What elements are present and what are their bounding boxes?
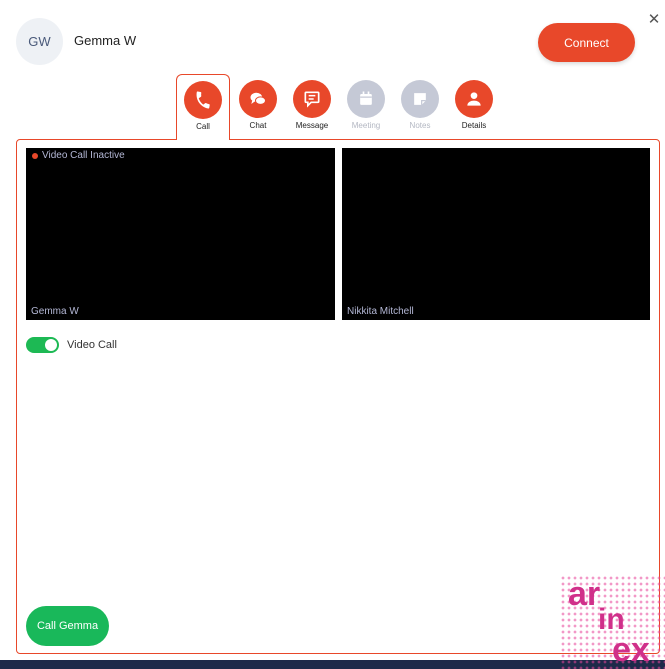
tab-notes[interactable]: Notes [393,74,447,138]
person-icon [455,80,493,118]
video-call-toggle-label: Video Call [67,339,117,351]
tab-message[interactable]: Message [285,74,339,138]
call-status: Video Call Inactive [32,150,125,161]
close-icon[interactable]: ✕ [646,12,662,28]
tab-meeting[interactable]: Meeting [339,74,393,138]
watermark-line3: ex [612,631,650,669]
tab-meeting-label: Meeting [351,121,381,130]
remote-video: Nikkita Mitchell [342,148,650,320]
tab-chat[interactable]: Chat [231,74,285,138]
watermark-line1: ar [568,575,601,613]
note-icon [401,80,439,118]
arinex-watermark-logo: ar in ex [560,575,665,669]
avatar: GW [16,18,63,65]
tab-call-label: Call [196,122,210,131]
remote-participant-name: Nikkita Mitchell [347,306,414,317]
video-call-toggle-row: Video Call [26,337,117,353]
tab-chat-label: Chat [249,121,267,130]
connect-button[interactable]: Connect [538,23,635,62]
toggle-knob [45,339,57,351]
chat-icon [239,80,277,118]
call-button[interactable]: Call Gemma [26,606,109,646]
tab-details-label: Details [461,121,487,130]
local-video: Video Call Inactive Gemma W [26,148,335,320]
call-status-text: Video Call Inactive [42,150,125,161]
message-icon [293,80,331,118]
tab-details[interactable]: Details [447,74,501,138]
contact-name: Gemma W [74,33,137,48]
tab-call[interactable]: Call [176,74,230,140]
header: GW Gemma W Connect ✕ [0,0,665,80]
phone-icon [184,81,222,119]
local-participant-name: Gemma W [31,306,79,317]
calendar-icon [347,80,385,118]
status-dot-icon [32,152,38,159]
tab-message-label: Message [295,121,329,130]
video-call-toggle[interactable] [26,337,59,353]
tab-notes-label: Notes [409,121,431,130]
